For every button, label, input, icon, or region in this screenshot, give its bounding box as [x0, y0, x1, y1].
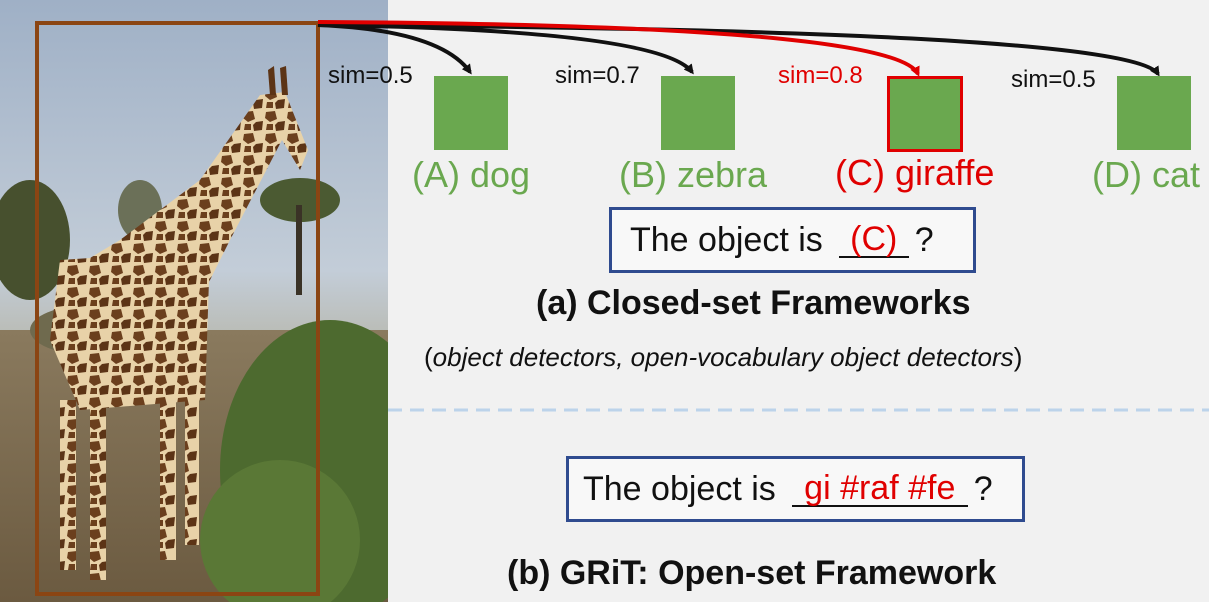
open-set-prompt: The object is	[583, 469, 776, 508]
candidate-label-b: (B) zebra	[619, 154, 768, 195]
sim-score-a: sim=0.5	[328, 62, 413, 89]
figure: sim=0.5 (A) dog sim=0.7 (B) zebra sim=0.…	[0, 0, 1209, 602]
closed-set-subtitle: (object detectors, open-vocabulary objec…	[424, 342, 1023, 372]
candidate-label-c: (C) giraffe	[835, 152, 995, 193]
section-divider	[388, 408, 1209, 412]
closed-set-answer: (C)	[838, 222, 909, 258]
candidate-box-b	[661, 76, 735, 150]
closed-set-title: (a) Closed-set Frameworks	[536, 284, 971, 322]
open-set-question-mark: ?	[973, 469, 993, 508]
open-set-answer-box: The object is gi #raf #fe ?	[566, 456, 1025, 522]
open-set-answer: gi #raf #fe	[791, 471, 968, 507]
open-set-title: (b) GRiT: Open-set Framework	[507, 554, 997, 592]
closed-set-answer-box: The object is (C) ?	[609, 207, 976, 273]
candidate-box-a	[434, 76, 508, 150]
sim-score-b: sim=0.7	[555, 62, 640, 89]
sim-score-d: sim=0.5	[1011, 66, 1096, 93]
candidate-label-a: (A) dog	[412, 154, 531, 195]
closed-set-question-mark: ?	[914, 220, 934, 259]
sim-score-c: sim=0.8	[778, 62, 863, 89]
candidate-label-d: (D) cat	[1092, 154, 1200, 195]
closed-set-prompt: The object is	[630, 220, 823, 259]
candidate-box-d	[1117, 76, 1191, 150]
candidate-box-c	[887, 76, 963, 152]
